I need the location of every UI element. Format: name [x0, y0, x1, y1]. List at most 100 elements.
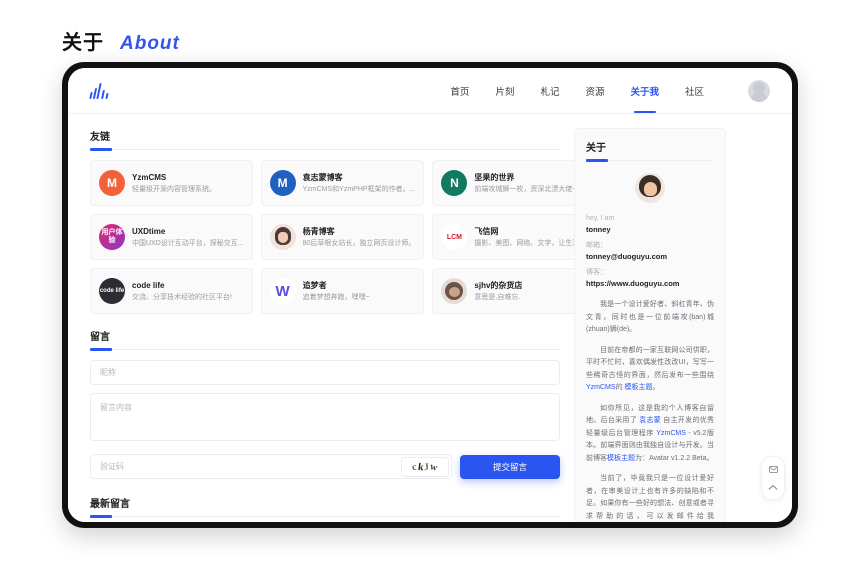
main-column: 友链 M YzmCMS 轻量级开源内容管理系统。 M 袁志蒙博客 YzmCMS和…	[90, 128, 595, 522]
page-title-cn: 关于	[62, 32, 104, 54]
site-icon	[269, 224, 296, 250]
friend-link-text: 袁志蒙博客 YzmCMS和YzmPHP框架的作者。...	[303, 172, 416, 195]
friend-link-card[interactable]: W 追梦者 追着梦想奔跑，嘿嘿~	[260, 268, 425, 314]
friend-link-desc: 轻量级开源内容管理系统。	[132, 185, 216, 193]
site-icon	[441, 278, 468, 304]
friend-link-card[interactable]: sjhv的杂货店 意思是,自难忘.	[432, 268, 595, 314]
captcha-input[interactable]	[90, 454, 452, 479]
browser-screen: 首页 片刻 札记 资源 关于我 社区 友链 M YzmCMS 轻量级开源内容管理…	[68, 68, 792, 522]
email-value[interactable]: tonney@duoguyu.com	[586, 251, 714, 262]
page-title-en: About	[120, 33, 180, 54]
friend-link-desc: 80后草根女站长，独立网页设计师。	[302, 239, 416, 247]
inline-link[interactable]: YzmCMS	[656, 430, 686, 437]
friend-link-name: 坚果的世界	[474, 172, 515, 182]
about-paragraph: 如你所见，这是我的个人博客自留地。后台采用了 袁志蒙 自主开发的优秀轻量级后台管…	[586, 404, 715, 462]
friend-link-card[interactable]: M YzmCMS 轻量级开源内容管理系统。	[90, 160, 253, 206]
friend-link-name: sjhv的杂货店	[474, 280, 523, 290]
friend-link-desc: 前端攻城狮一枚，资深北漂大佬一...	[474, 185, 586, 193]
message-section-rule	[90, 348, 560, 351]
captcha-field-wrap: c k J w	[90, 454, 452, 479]
username-value: tonney	[586, 225, 611, 234]
friend-link-name: 袁志蒙博客	[302, 172, 343, 182]
friend-link-text: sjhv的杂货店 意思是,自难忘.	[474, 280, 522, 303]
friend-link-text: 杨青博客 80后草根女站长，独立网页设计师。	[303, 226, 416, 249]
latest-section-rule	[90, 515, 560, 518]
about-paragraph: 当前了，毕竟我只是一位设计爱好者，在审美设计上也有许多的缺陷和不足。如果你有一些…	[586, 475, 714, 520]
waveform-logo[interactable]	[89, 82, 109, 99]
floating-action-bar	[761, 456, 785, 500]
inline-link[interactable]: YzmCMS	[586, 384, 616, 391]
latest-section-title: 最新留言	[90, 499, 130, 510]
friend-link-desc: 中国UXD设计互动平台，探秘交互...	[132, 239, 244, 247]
mail-icon[interactable]	[764, 461, 782, 477]
friend-link-grid: M YzmCMS 轻量级开源内容管理系统。 M 袁志蒙博客 YzmCMS和Yzm…	[90, 160, 595, 314]
submit-row: c k J w 提交留言	[90, 454, 560, 479]
nav-menu: 首页 片刻 札记 资源 关于我 社区	[450, 79, 770, 103]
friend-link-text: 坚果的世界 前端攻城狮一枚，资深北漂大佬一...	[474, 172, 585, 195]
friend-link-card[interactable]: N 坚果的世界 前端攻城狮一枚，资深北漂大佬一...	[432, 160, 595, 206]
friend-link-desc: 交流、分享技术经验的社区平台!	[132, 293, 232, 301]
nav-item-about[interactable]: 关于我	[630, 79, 659, 103]
friends-section-title: 友链	[90, 132, 110, 143]
friend-link-card[interactable]: code life code life 交流、分享技术经验的社区平台!	[90, 268, 253, 314]
message-section-title: 留言	[90, 332, 110, 343]
friend-link-name: 杨青博客	[302, 226, 335, 236]
about-section-title: 关于	[586, 143, 606, 154]
friend-link-text: UXDtime 中国UXD设计互动平台，探秘交互...	[132, 226, 244, 249]
friend-link-card[interactable]: M 袁志蒙博客 YzmCMS和YzmPHP框架的作者。...	[260, 160, 425, 206]
nav-item-resources[interactable]: 资源	[585, 79, 604, 103]
friend-link-card[interactable]: 用户体验 UXDtime 中国UXD设计互动平台，探秘交互...	[90, 214, 253, 260]
greeting-label: hey, I am	[586, 215, 615, 222]
friend-link-card[interactable]: LCM 飞信网 摄影、美图、网络、文字，让生活...	[432, 214, 595, 260]
site-icon: M	[269, 170, 296, 196]
friend-link-desc: 追着梦想奔跑，嘿嘿~	[302, 293, 370, 301]
site-icon: W	[269, 278, 296, 304]
friend-link-desc: YzmCMS和YzmPHP框架的作者。...	[302, 185, 416, 193]
latest-comments-section: 最新留言 # 追梦者 2天前	[90, 495, 560, 522]
friend-link-name: YzmCMS	[132, 172, 167, 182]
friend-link-desc: 摄影、美图、网络、文字，让生活...	[474, 239, 586, 247]
captcha-image[interactable]: c k J w	[401, 457, 449, 477]
about-body: 我是一个设计爱好者、斜杠青年、伪文青，同时也是一位前端攻(ban)城(zhuan…	[586, 299, 714, 522]
friend-link-text: YzmCMS 轻量级开源内容管理系统。	[132, 172, 216, 195]
blog-value[interactable]: https://www.duoguyu.com	[586, 278, 714, 289]
friends-section-rule	[90, 148, 560, 151]
captcha-char: w	[429, 460, 439, 474]
scroll-to-top-icon[interactable]	[764, 479, 782, 495]
friend-link-name: code life	[132, 280, 165, 290]
friend-link-name: 飞信网	[474, 226, 499, 236]
friend-link-desc: 意思是,自难忘.	[474, 293, 521, 301]
friend-link-text: 飞信网 摄影、美图、网络、文字，让生活...	[474, 226, 585, 249]
about-paragraph: 我是一个设计爱好者、斜杠青年、伪文青，同时也是一位前端攻(ban)城(zhuan…	[586, 301, 714, 333]
nav-item-home[interactable]: 首页	[450, 79, 469, 103]
about-section-rule	[586, 159, 714, 162]
sidebar-column: 关于 hey, I am tonney 邮箱： tonney@duoguyu.c…	[574, 128, 726, 522]
site-icon: 用户体验	[99, 224, 125, 250]
page-root: 关于 About 首页 片刻 札记 资源 关于我 社区 友链 M YzmCMS …	[0, 0, 860, 570]
friend-link-name: UXDtime	[132, 226, 166, 236]
submit-message-button[interactable]: 提交留言	[460, 454, 560, 479]
inline-link[interactable]: 模板主题	[607, 455, 635, 462]
inline-link[interactable]: 模板主题	[625, 384, 653, 391]
inline-link[interactable]: 袁志蒙	[639, 417, 661, 424]
page-content: 友链 M YzmCMS 轻量级开源内容管理系统。 M 袁志蒙博客 YzmCMS和…	[68, 114, 792, 522]
site-icon: M	[99, 170, 125, 196]
device-frame: 首页 片刻 札记 资源 关于我 社区 友链 M YzmCMS 轻量级开源内容管理…	[62, 62, 798, 528]
friend-link-text: code life 交流、分享技术经验的社区平台!	[132, 280, 232, 303]
nickname-input[interactable]	[90, 360, 560, 385]
about-card: 关于 hey, I am tonney 邮箱： tonney@duoguyu.c…	[574, 128, 726, 522]
site-icon: code life	[99, 278, 125, 304]
message-form: 留言 c k J w	[90, 328, 560, 479]
friend-link-card[interactable]: 杨青博客 80后草根女站长，独立网页设计师。	[260, 214, 425, 260]
site-icon: N	[441, 170, 468, 196]
user-avatar[interactable]	[748, 79, 770, 102]
nav-item-notes[interactable]: 札记	[540, 79, 559, 103]
blog-label: 博客：	[586, 269, 607, 276]
friend-link-text: 追梦者 追着梦想奔跑，嘿嘿~	[303, 280, 370, 303]
top-navbar: 首页 片刻 札记 资源 关于我 社区	[68, 68, 792, 114]
friend-link-name: 追梦者	[302, 280, 327, 290]
message-content-textarea[interactable]	[90, 393, 560, 441]
nav-item-moments[interactable]: 片刻	[495, 79, 514, 103]
email-label: 邮箱：	[586, 242, 607, 249]
nav-item-community[interactable]: 社区	[685, 79, 704, 103]
